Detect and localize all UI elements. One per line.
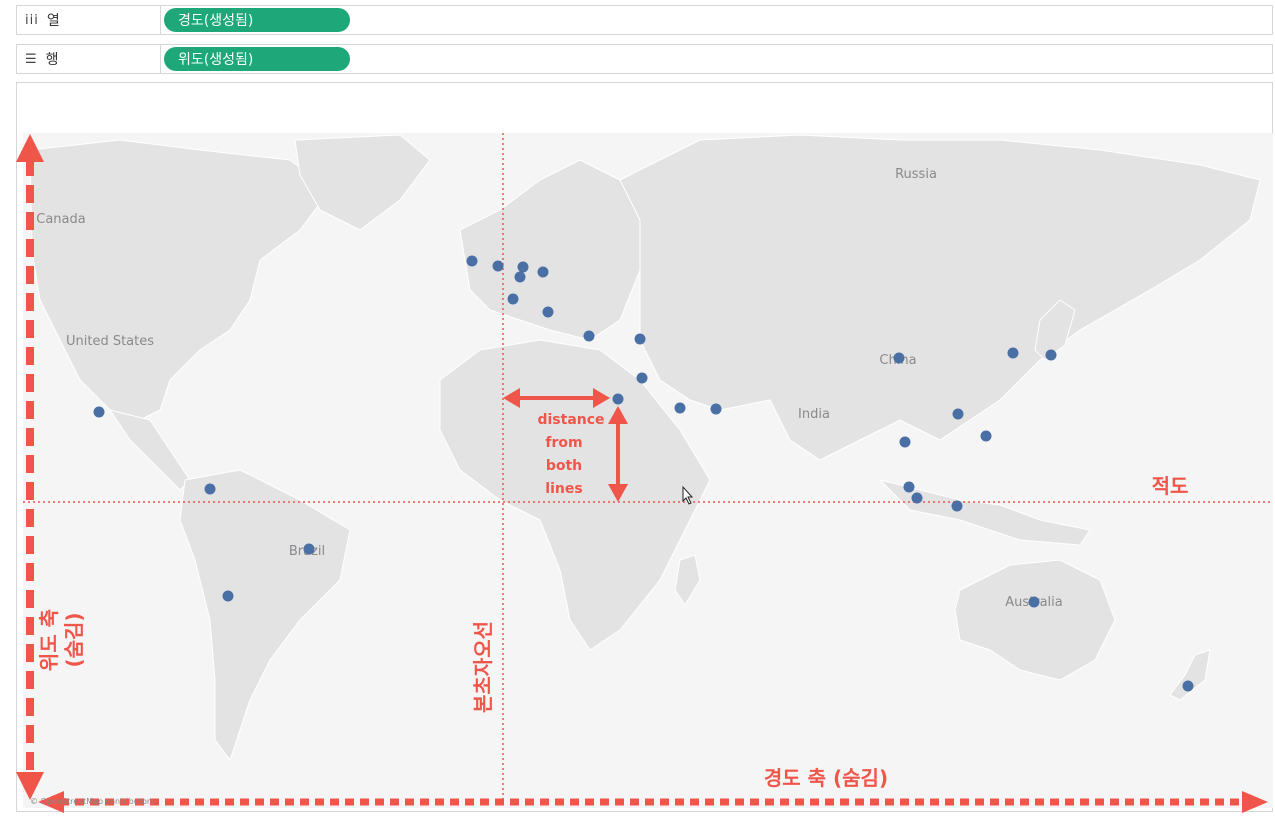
data-point bbox=[710, 403, 722, 415]
label-united-states: United States bbox=[66, 334, 154, 349]
distance-text-3: both bbox=[546, 458, 582, 474]
data-point bbox=[951, 500, 963, 512]
data-point bbox=[903, 481, 915, 493]
map-canvas[interactable]: Russia Canada United States China India … bbox=[0, 0, 1275, 817]
data-point bbox=[93, 406, 105, 418]
label-canada: Canada bbox=[36, 212, 85, 227]
data-point bbox=[492, 260, 504, 272]
data-point bbox=[1028, 596, 1040, 608]
data-point bbox=[517, 261, 529, 273]
data-point bbox=[1045, 349, 1057, 361]
data-point bbox=[636, 372, 648, 384]
data-point bbox=[222, 590, 234, 602]
distance-text-1: distance bbox=[537, 412, 604, 428]
map-credit: © OpenStreetMap contributors bbox=[30, 797, 155, 806]
data-point bbox=[893, 352, 905, 364]
label-india: India bbox=[798, 407, 830, 422]
data-point bbox=[899, 436, 911, 448]
prime-meridian-label: 본초자오선 bbox=[471, 621, 495, 713]
equator-label: 적도 bbox=[1152, 474, 1189, 498]
data-point bbox=[466, 255, 478, 267]
data-point bbox=[537, 266, 549, 278]
latitude-axis-label: 위도 축 bbox=[37, 609, 61, 671]
data-point bbox=[911, 492, 923, 504]
data-point bbox=[583, 330, 595, 342]
data-point bbox=[542, 306, 554, 318]
distance-text-2: from bbox=[545, 435, 582, 451]
data-point bbox=[514, 271, 526, 283]
data-point bbox=[1182, 680, 1194, 692]
data-point bbox=[612, 393, 624, 405]
distance-text-4: lines bbox=[545, 481, 582, 497]
label-russia: Russia bbox=[895, 167, 937, 182]
data-point bbox=[952, 408, 964, 420]
data-point bbox=[204, 483, 216, 495]
data-point bbox=[303, 543, 315, 555]
longitude-axis-label: 경도 축 (숨김) bbox=[764, 766, 888, 790]
data-point bbox=[980, 430, 992, 442]
data-point bbox=[674, 402, 686, 414]
latitude-axis-hidden-label: (숨김) bbox=[62, 612, 86, 667]
data-point bbox=[634, 333, 646, 345]
data-point bbox=[507, 293, 519, 305]
data-point bbox=[1007, 347, 1019, 359]
